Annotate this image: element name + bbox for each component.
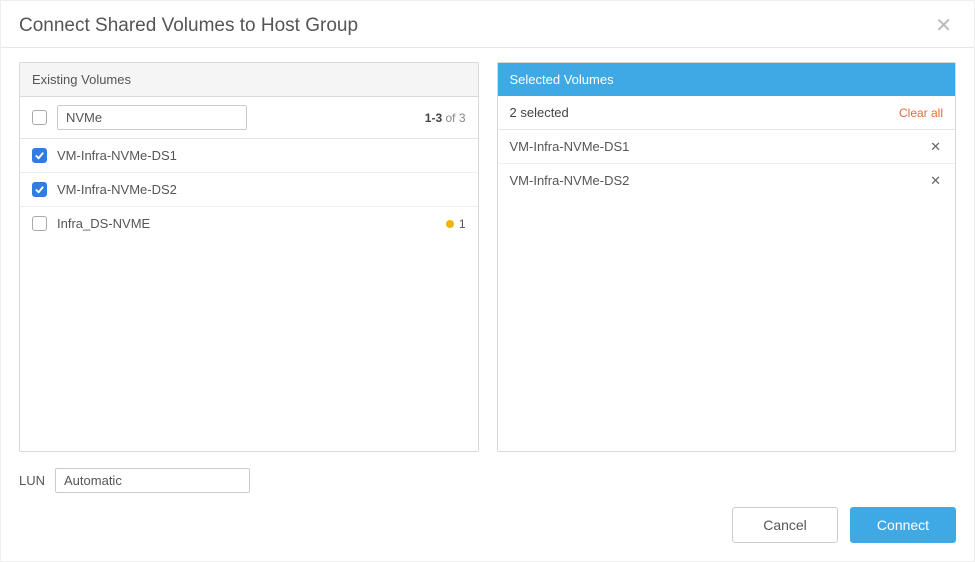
clear-all-link[interactable]: Clear all [899,106,943,120]
lun-label: LUN [19,473,45,488]
warning-dot-icon [446,220,454,228]
lun-input[interactable] [55,468,250,493]
dialog-header: Connect Shared Volumes to Host Group ✕ [1,1,974,48]
selected-volumes-panel: Selected Volumes 2 selected Clear all VM… [497,62,957,452]
selected-summary-row: 2 selected Clear all [498,96,956,130]
existing-filter-row: 1-3 of 3 [20,97,478,139]
volume-name: VM-Infra-NVMe-DS2 [510,173,630,188]
cancel-button[interactable]: Cancel [732,507,838,543]
list-item: VM-Infra-NVMe-DS1 ✕ [498,130,956,164]
connect-volumes-dialog: Connect Shared Volumes to Host Group ✕ E… [0,0,975,562]
existing-list: VM-Infra-NVMe-DS1 VM-Infra-NVMe-DS2 Infr… [20,139,478,451]
dialog-body: Existing Volumes 1-3 of 3 VM-Infra-NVMe-… [1,48,974,462]
selected-list: VM-Infra-NVMe-DS1 ✕ VM-Infra-NVMe-DS2 ✕ [498,130,956,451]
volume-name: Infra_DS-NVME [57,216,150,231]
row-checkbox[interactable] [32,148,47,163]
result-count: 1-3 of 3 [425,111,466,125]
volume-name: VM-Infra-NVMe-DS1 [57,148,177,163]
selected-count: 2 selected [510,105,569,120]
list-item[interactable]: Infra_DS-NVME 1 [20,207,478,240]
dialog-title: Connect Shared Volumes to Host Group [19,15,358,37]
search-input[interactable] [57,105,247,130]
list-item: VM-Infra-NVMe-DS2 ✕ [498,164,956,197]
dialog-footer: Cancel Connect [1,493,974,561]
remove-icon[interactable]: ✕ [928,140,943,153]
close-icon[interactable]: ✕ [931,16,956,36]
connection-badge: 1 [440,217,466,231]
list-item[interactable]: VM-Infra-NVMe-DS2 [20,173,478,207]
volume-name: VM-Infra-NVMe-DS2 [57,182,177,197]
lun-row: LUN [1,462,974,493]
connect-button[interactable]: Connect [850,507,956,543]
selected-volumes-header: Selected Volumes [498,63,956,96]
volume-name: VM-Infra-NVMe-DS1 [510,139,630,154]
existing-volumes-panel: Existing Volumes 1-3 of 3 VM-Infra-NVMe-… [19,62,479,452]
existing-volumes-header: Existing Volumes [20,63,478,97]
row-checkbox[interactable] [32,216,47,231]
select-all-checkbox[interactable] [32,110,47,125]
list-item[interactable]: VM-Infra-NVMe-DS1 [20,139,478,173]
row-checkbox[interactable] [32,182,47,197]
remove-icon[interactable]: ✕ [928,174,943,187]
